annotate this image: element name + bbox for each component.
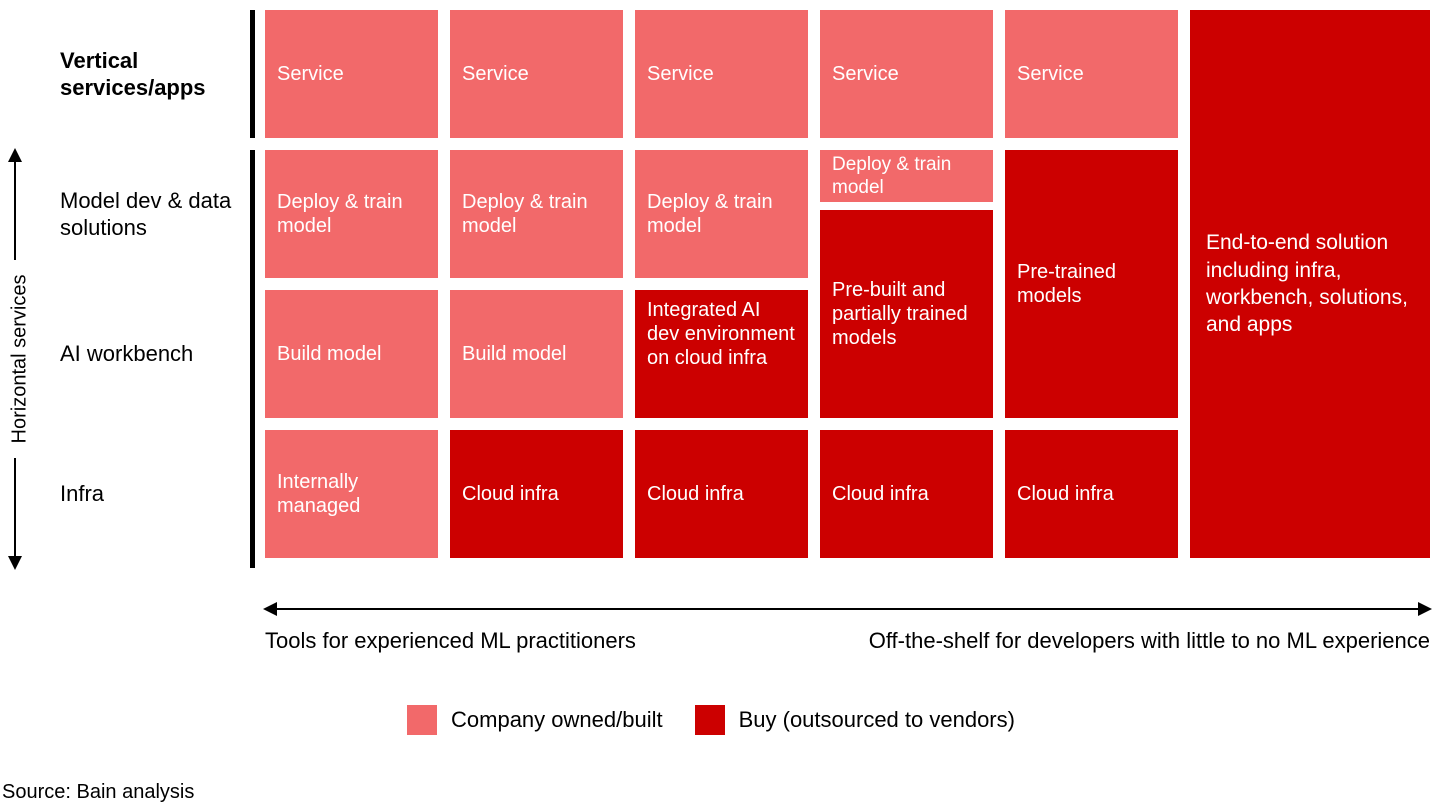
legend-label-build: Company owned/built xyxy=(451,707,663,733)
column-3: Service Deploy & train model Integrated … xyxy=(635,10,808,570)
vertical-axis-label: Horizontal services xyxy=(9,275,32,444)
legend-swatch-build xyxy=(407,705,437,735)
cell: Deploy & train model xyxy=(635,150,808,278)
cell: Internally managed xyxy=(265,430,438,558)
cell: Build model xyxy=(450,290,623,418)
column-1: Service Deploy & train model Build model… xyxy=(265,10,438,570)
column-5: Service Pre-trained models Cloud infra xyxy=(1005,10,1178,570)
cell: Service xyxy=(1005,10,1178,138)
cell: Service xyxy=(635,10,808,138)
row-tick xyxy=(250,10,255,138)
horizontal-axis: Tools for experienced ML practitioners O… xyxy=(265,600,1430,660)
cell: Cloud infra xyxy=(1005,430,1178,558)
column-2: Service Deploy & train model Build model… xyxy=(450,10,623,570)
cell: Service xyxy=(820,10,993,138)
cell: Deploy & train model xyxy=(820,150,993,202)
arrow-up-icon xyxy=(14,150,16,260)
row-label-ai-workbench: AI workbench xyxy=(60,290,245,418)
legend-swatch-buy xyxy=(695,705,725,735)
double-arrow-icon xyxy=(265,608,1430,610)
row-label-vertical-services: Vertical services/apps xyxy=(60,10,245,138)
cell: Pre-trained models xyxy=(1005,150,1178,418)
grid: Service Deploy & train model Build model… xyxy=(265,10,1430,570)
cell-end-to-end: End-to-end solution including infra, wor… xyxy=(1190,10,1430,558)
horizontal-axis-right-label: Off-the-shelf for developers with little… xyxy=(869,628,1430,654)
row-label-infra: Infra xyxy=(60,430,245,558)
cell: Cloud infra xyxy=(820,430,993,558)
vertical-axis: Horizontal services xyxy=(0,150,40,568)
column-4: Service Deploy & train model Pre-built a… xyxy=(820,10,993,570)
source-attribution: Source: Bain analysis xyxy=(2,781,194,804)
horizontal-axis-left-label: Tools for experienced ML practitioners xyxy=(265,628,636,654)
cell: Cloud infra xyxy=(450,430,623,558)
arrow-down-icon xyxy=(14,458,16,568)
cell: Pre-built and partially trained models xyxy=(820,210,993,418)
diagram-root: Horizontal services Vertical services/ap… xyxy=(0,0,1440,810)
cell: Deploy & train model xyxy=(265,150,438,278)
row-label-model-dev: Model dev & data solutions xyxy=(60,150,245,278)
row-tick xyxy=(250,150,255,568)
legend: Company owned/built Buy (outsourced to v… xyxy=(0,700,1440,740)
column-6: End-to-end solution including infra, wor… xyxy=(1190,10,1430,570)
row-labels: Vertical services/apps Model dev & data … xyxy=(60,10,245,570)
cell: Deploy & train model xyxy=(450,150,623,278)
cell: Service xyxy=(450,10,623,138)
cell: Build model xyxy=(265,290,438,418)
cell: Service xyxy=(265,10,438,138)
legend-label-buy: Buy (outsourced to vendors) xyxy=(739,707,1015,733)
cell: Integrated AI dev environment on cloud i… xyxy=(635,290,808,418)
cell: Cloud infra xyxy=(635,430,808,558)
